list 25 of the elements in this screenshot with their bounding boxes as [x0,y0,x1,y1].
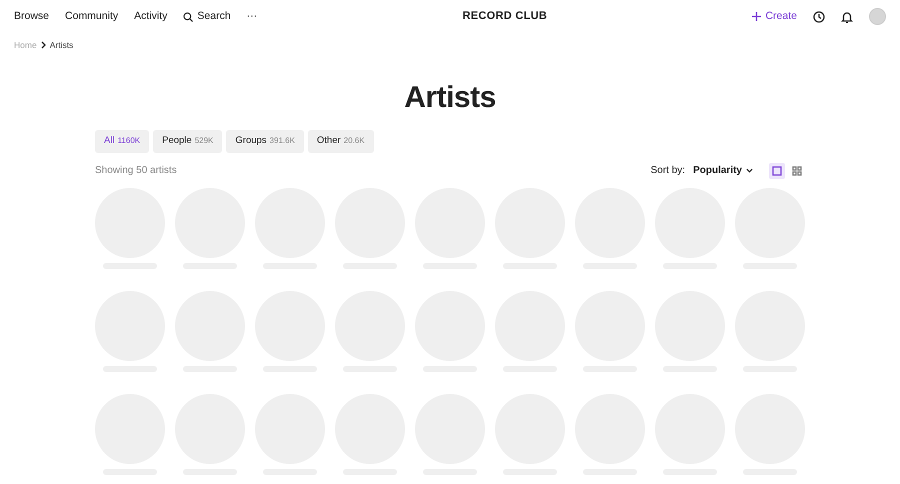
create-button[interactable]: Create [752,8,797,24]
clock-icon[interactable] [812,10,825,22]
nav-link-item[interactable]: Activity [134,8,168,24]
page-title: Artists [403,80,497,116]
plus-icon [752,12,762,21]
logo[interactable]: RECORD CLUB [462,10,548,22]
filter-tab[interactable]: Groups 391.6K [226,130,304,153]
sort-label: Sort by: [650,164,686,178]
result-count: Showing 50 artists [95,164,177,178]
filter-tab[interactable]: People 529K [153,130,222,153]
grid-icon [792,166,802,176]
nav-link-item[interactable]: Browse [14,8,50,24]
bell-icon[interactable] [840,10,853,22]
nav-link-item[interactable]: Community [65,8,118,24]
filter-tab[interactable]: All 1160K [95,130,150,153]
search-button[interactable]: Search [183,8,231,24]
caret-icon [746,168,753,174]
breadcrumb-current: Artists [50,39,74,52]
square-icon [772,166,782,176]
search-icon [183,12,194,22]
sort-dropdown[interactable]: Popularity [693,163,753,178]
view-toggle[interactable] [769,162,785,179]
more-button[interactable]: ··· [246,8,258,24]
filter-tab[interactable]: Other 20.6K [308,130,374,153]
chevron-icon [40,41,46,50]
